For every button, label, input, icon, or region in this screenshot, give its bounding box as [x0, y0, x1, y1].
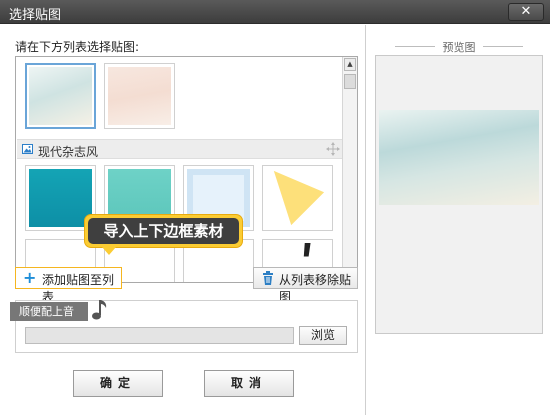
thumbnail-image — [29, 169, 92, 227]
move-icon[interactable] — [326, 141, 340, 157]
tooltip-text: 导入上下边框素材 — [88, 218, 239, 244]
list-prompt: 请在下方列表选择贴图: — [15, 40, 140, 54]
preview-panel: 预览图 — [367, 25, 550, 415]
thumbnail-image — [29, 67, 92, 125]
add-texture-button[interactable]: + 添加贴图至列表 — [15, 267, 122, 304]
group-header: 现代杂志风 — [17, 139, 342, 159]
divider — [395, 46, 435, 47]
close-button[interactable]: ✕ — [508, 3, 544, 21]
texture-list[interactable]: 现代杂志风 ▲ — [15, 56, 358, 283]
ok-button[interactable]: 确定 — [73, 370, 163, 397]
thumbnail-pink[interactable] — [104, 63, 175, 129]
music-path-input[interactable] — [25, 327, 294, 344]
trash-icon — [263, 271, 273, 285]
left-panel: 请在下方列表选择贴图: 现代杂志风 ▲ 导入上下边框素材 + 添加贴图至列表 从… — [0, 25, 366, 415]
tooltip-callout: 导入上下边框素材 — [84, 214, 243, 255]
vertical-scrollbar[interactable]: ▲ ▼ — [342, 57, 357, 282]
window-title: 选择贴图 — [9, 8, 62, 23]
title-bar: 选择贴图 ✕ — [0, 0, 550, 24]
thumbnail-image — [108, 67, 171, 125]
music-note-icon — [92, 300, 107, 320]
preview-header: 预览图 — [395, 39, 523, 54]
thumbnail-image — [273, 170, 325, 226]
preview-box — [375, 55, 543, 334]
thumbnail-sky[interactable] — [25, 63, 96, 129]
divider — [483, 46, 523, 47]
group-label: 现代杂志风 — [38, 145, 99, 159]
browse-button[interactable]: 浏览 — [299, 326, 347, 345]
plus-icon: + — [23, 268, 37, 287]
close-icon: ✕ — [520, 4, 532, 19]
scroll-up-arrow-icon[interactable]: ▲ — [344, 58, 356, 71]
music-label: 顺便配上音效: — [10, 302, 88, 337]
scroll-thumb[interactable] — [344, 74, 356, 89]
remove-texture-button[interactable]: 从列表移除贴图 — [253, 267, 358, 304]
preview-image — [379, 110, 539, 205]
thumbnail-yellow-triangle[interactable] — [262, 165, 333, 231]
tooltip-pointer — [102, 247, 116, 255]
cancel-button[interactable]: 取消 — [204, 370, 294, 397]
preview-title: 预览图 — [442, 41, 476, 54]
image-icon — [22, 144, 33, 154]
